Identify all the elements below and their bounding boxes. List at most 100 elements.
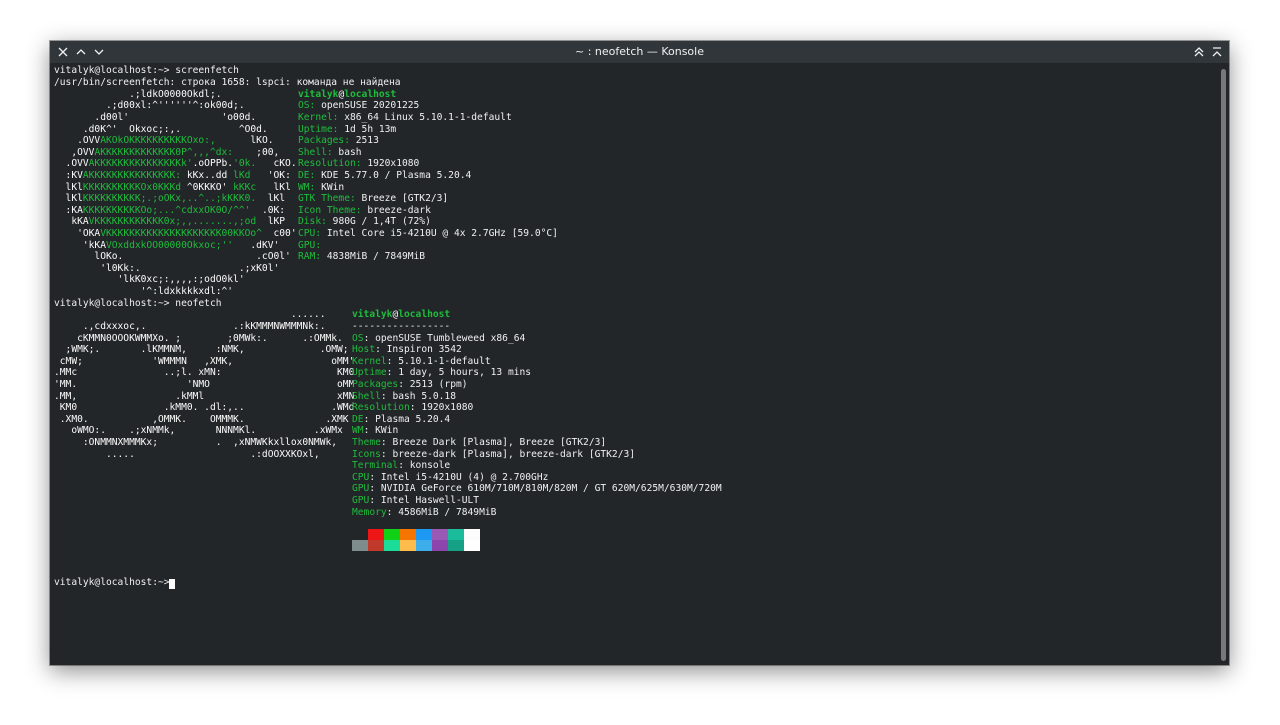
- prompt-line-1: vitalyk@localhost:~> screenfetch: [54, 65, 239, 77]
- info-row: Kernel: 5.10.1-1-default: [352, 356, 491, 368]
- info-label: RAM:: [298, 251, 322, 262]
- info-label: Shell:: [298, 147, 333, 158]
- prompt-line-2: vitalyk@localhost:~> neofetch: [54, 298, 222, 310]
- info-value: 4838MiB / 7849MiB: [321, 251, 426, 262]
- info-value: : Breeze Dark [Plasma], Breeze [GTK2/3]: [380, 437, 607, 448]
- host-name: localhost: [398, 309, 451, 320]
- info-value: : Inspiron 3542: [375, 344, 462, 355]
- info-row: Resolution: 1920x1080: [352, 402, 473, 414]
- info-label: Resolution: [352, 402, 410, 413]
- info-label: GTK Theme:: [298, 193, 356, 204]
- art-line: kKAVKKKKKKKKKKKK0x;,,.......,;od lKP: [54, 216, 285, 228]
- error-line: /usr/bin/screenfetch: строка 1658: lspci…: [54, 77, 401, 88]
- info-label: Icons: [352, 449, 381, 460]
- art-line: cKMMN0OOOKWMMXo. ; ;0MWk:. .:OMMk.: [54, 333, 343, 344]
- title-bar[interactable]: ~ : neofetch — Konsole: [50, 41, 1229, 63]
- konsole-window: ~ : neofetch — Konsole vitalyk@localhost…: [50, 41, 1229, 665]
- art-line: oWMO:. .;xNMMk, NNNMKl. .xWMx: [54, 425, 343, 436]
- palette-swatch: [416, 529, 432, 540]
- info-row: WM: KWin: [352, 425, 398, 437]
- art-line: :KVAKKKKKKKKKKKKKKK: kKx..dd lKd 'OK:: [54, 170, 291, 182]
- info-row: Shell: bash: [298, 147, 362, 159]
- info-row: DE: KDE 5.77.0 / Plasma 5.20.4: [298, 170, 471, 182]
- palette-swatch: [432, 540, 448, 551]
- info-value: bash: [332, 147, 362, 158]
- command: screenfetch: [169, 65, 239, 76]
- info-label: Shell: [352, 391, 381, 402]
- art-line: lKlKKKKKKKKKKOx0KKKd ^0KKKO' kKKc lKl: [54, 182, 291, 194]
- art-line: ,OVVAKKKKKKKKKKKKK0P^,,,^dx: ;00,: [54, 147, 279, 159]
- art-line: .;ldkO0000Okdl;.: [54, 89, 222, 100]
- palette-swatch: [400, 529, 416, 540]
- info-row: GPU: NVIDIA GeForce 610M/710M/810M/820M …: [352, 483, 722, 495]
- info-row: RAM: 4838MiB / 7849MiB: [298, 251, 425, 263]
- palette-swatch: [448, 529, 464, 540]
- art-segment: AKKKKKKKKKKKKK0P^,,,^dx:: [94, 147, 234, 158]
- art-line: cMW; 'WMMMN ,XMK, oMM': [54, 356, 355, 367]
- info-row: CPU: Intel Core i5-4210U @ 4x 2.7GHz [59…: [298, 228, 558, 240]
- art-segment: VKKKKKKKKKKKK0x;,,.......,;od: [88, 216, 257, 227]
- art-segment: lKP: [256, 216, 286, 227]
- info-value: Breeze [GTK2/3]: [355, 193, 449, 204]
- art-segment: KKKKKKKKKKOo;...^cdxxOK0O/^^': [82, 205, 251, 216]
- art-segment: kKKc: [227, 182, 257, 193]
- info-row: OS: openSUSE Tumbleweed x86_64: [352, 333, 525, 345]
- art-line: .MMc ..;l. xMN: KM0: [54, 367, 355, 378]
- info-value: : Plasma 5.20.4: [363, 414, 451, 425]
- info-row: GTK Theme: Breeze [GTK2/3]: [298, 193, 448, 205]
- art-segment: cKO.: [256, 158, 297, 169]
- art-segment: .OVV: [54, 135, 101, 146]
- info-label: WM:: [298, 182, 316, 193]
- keep-below-icon[interactable]: [1209, 44, 1225, 60]
- art-line: '^:ldxkkkkxdl:^': [54, 286, 234, 297]
- info-row: Theme: Breeze Dark [Plasma], Breeze [GTK…: [352, 437, 606, 449]
- palette-swatch: [464, 540, 480, 551]
- art-line: :KAKKKKKKKKKKOo;...^cdxxOK0O/^^' .0K:: [54, 205, 286, 217]
- art-line: 'lkK0xc;:,,,,:;odO0kl': [54, 274, 245, 285]
- art-line: ..... .:dOOXXKOxl,: [54, 449, 320, 460]
- art-segment: AKOkOKKKKKKKKKKOxo:,: [100, 135, 216, 146]
- palette-swatch: [352, 540, 368, 551]
- art-segment: .OVV: [54, 158, 89, 169]
- prompt-line-3[interactable]: vitalyk@localhost:~>: [54, 577, 175, 589]
- info-label: Terminal: [352, 460, 399, 471]
- info-row: Icons: breeze-dark [Plasma], breeze-dark…: [352, 449, 635, 461]
- info-label: Icon Theme:: [298, 205, 362, 216]
- art-line: 'OKAVKKKKKKKKKKKKKKKKKKKK00KKOo^ c00': [54, 228, 297, 240]
- art-line: lOKo. .cO0l': [54, 251, 291, 262]
- info-label: Disk:: [298, 216, 327, 227]
- prompt: vitalyk@localhost:~>: [54, 298, 170, 309]
- art-line: .,cdxxxoc,. .:kKMMMNWMMMNk:.: [54, 321, 326, 332]
- info-value: 980G / 1,4T (72%): [326, 216, 431, 227]
- info-value: : 4586MiB / 7849MiB: [386, 507, 497, 518]
- info-value: x86_64 Linux 5.10.1-1-default: [338, 112, 512, 123]
- info-label: Packages: [352, 379, 399, 390]
- scrollbar[interactable]: [1221, 69, 1226, 661]
- palette-swatch: [368, 529, 384, 540]
- art-segment: lKl: [256, 182, 291, 193]
- palette-swatch: [368, 540, 384, 551]
- info-row: Kernel: x86_64 Linux 5.10.1-1-default: [298, 112, 512, 124]
- info-value: : bash 5.0.18: [380, 391, 456, 402]
- host-name: localhost: [344, 89, 397, 100]
- art-line: KM0 .kMM0. .dl:,.. .WMd: [54, 402, 355, 413]
- user-name: vitalyk: [352, 309, 393, 320]
- info-row: Packages: 2513: [298, 135, 379, 147]
- info-label: Uptime: [352, 367, 387, 378]
- art-segment: AKKKKKKKKKKKKKKK:: [82, 170, 182, 181]
- art-segment: :KV: [54, 170, 83, 181]
- art-line: .d0K^' Okxoc;:,. ^O0d.: [54, 124, 268, 136]
- keep-above-icon[interactable]: [1191, 44, 1207, 60]
- info-value: breeze-dark: [361, 205, 431, 216]
- info-value: : Intel i5-4210U (4) @ 2.700GHz: [369, 472, 549, 483]
- terminal-output[interactable]: vitalyk@localhost:~> screenfetch /usr/bi…: [54, 63, 1216, 663]
- info-row: DE: Plasma 5.20.4: [352, 414, 450, 426]
- art-line: .;d00xl:^''''''^:ok00d;.: [54, 100, 245, 111]
- art-line: ;WMK;. .lKMMNM, :NMK, .OMW;: [54, 344, 349, 355]
- info-label: DE: [352, 414, 364, 425]
- info-header: vitalyk@localhost: [298, 89, 396, 101]
- info-value: Intel Core i5-4210U @ 4x 2.7GHz [59.0°C]: [321, 228, 558, 239]
- art-segment: lKl: [54, 193, 83, 204]
- text-cursor: [169, 579, 175, 589]
- art-segment: c00': [261, 228, 297, 239]
